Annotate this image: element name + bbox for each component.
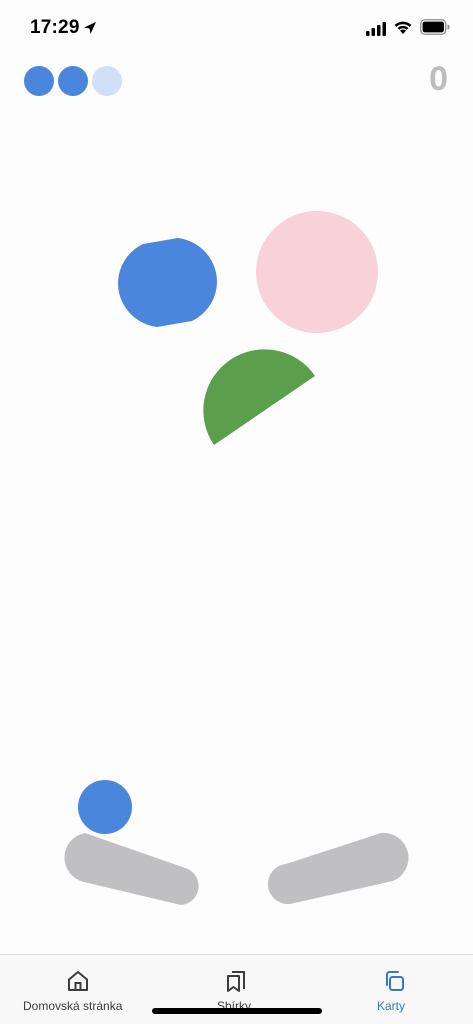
ball: [78, 780, 132, 834]
life-ball-icon: [58, 66, 88, 96]
screen: 17:29 0 Domovská stránka Sbírky Karty: [0, 0, 473, 1024]
tab-home[interactable]: Domovská stránka: [0, 955, 157, 1024]
right-flipper[interactable]: [267, 832, 409, 905]
capsule-bumper: [118, 238, 217, 327]
lives-indicator: [23, 66, 133, 98]
bookmarks-icon: [227, 971, 245, 992]
left-flipper[interactable]: [64, 833, 199, 905]
half-disc-bumper: [203, 349, 315, 445]
pinball-playfield[interactable]: [0, 0, 473, 960]
circle-bumper: [256, 211, 378, 333]
home-indicator: [152, 1008, 322, 1014]
life-ball-icon: [24, 66, 54, 96]
life-ball-icon: [92, 66, 122, 96]
tab-tabs[interactable]: Karty: [315, 955, 473, 1024]
tab-label-tabs: Karty: [377, 999, 406, 1013]
tabs-icon: [386, 971, 404, 991]
tab-label-home: Domovská stránka: [23, 999, 123, 1013]
score-display: 0: [429, 60, 448, 98]
home-icon: [68, 971, 88, 991]
